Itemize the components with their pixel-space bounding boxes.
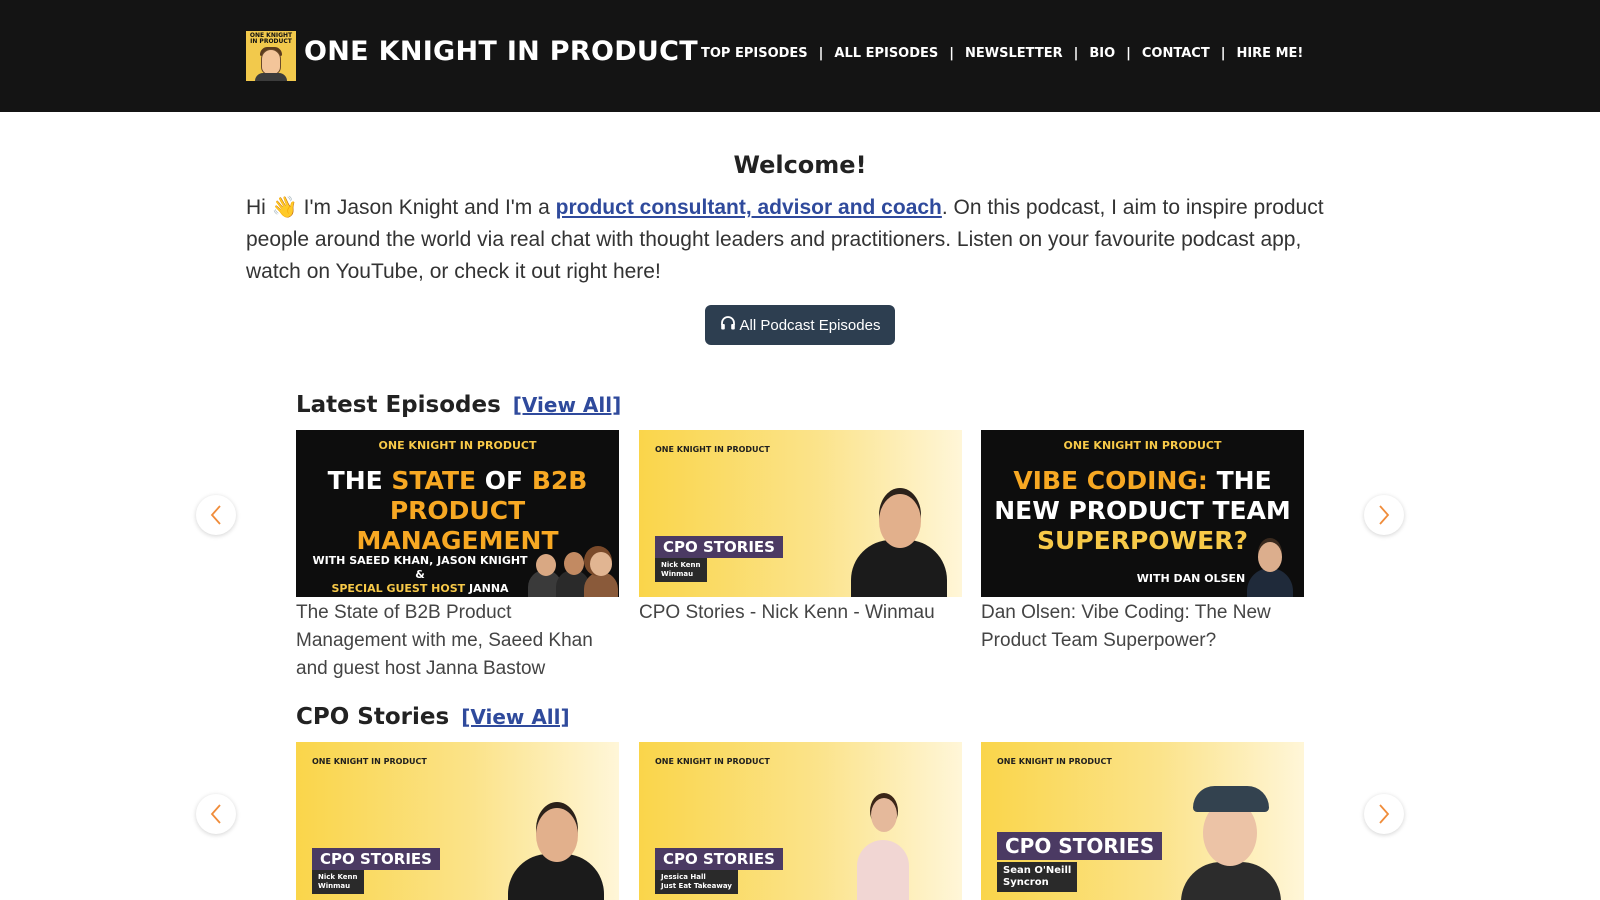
guest-portrait	[879, 494, 921, 548]
intro-text-mid: I'm Jason Knight and I'm a	[297, 196, 556, 219]
nav-bio[interactable]: BIO	[1089, 46, 1115, 61]
thumbnail-brand: ONE KNIGHT IN PRODUCT	[655, 757, 770, 766]
thumbnail-brand: ONE KNIGHT IN PRODUCT	[1063, 439, 1222, 452]
episode-title[interactable]: Dan Olsen: Vibe Coding: The New Product …	[981, 599, 1304, 655]
site-brand[interactable]: ONE KNIGHT IN PRODUCT	[304, 36, 698, 67]
headline-part: VIBE CODING:	[1013, 466, 1208, 495]
thumbnail-brand: ONE KNIGHT IN PRODUCT	[378, 439, 537, 452]
cpo-stories-tag: CPO STORIES	[655, 536, 783, 558]
cpo-next-arrow[interactable]	[1364, 794, 1404, 834]
latest-episodes-heading: Latest Episodes [View All]	[296, 392, 621, 418]
section-title: CPO Stories	[296, 704, 450, 730]
cpo-stories-tag: CPO STORIES	[997, 832, 1163, 860]
guest-portrait	[871, 798, 897, 832]
guest-portrait	[536, 808, 578, 862]
guest-portrait	[1181, 862, 1281, 900]
latest-view-all-link[interactable]: [View All]	[513, 393, 621, 417]
subtitle-line: WITH SAEED KHAN, JASON KNIGHT &	[312, 554, 528, 581]
welcome-title: Welcome!	[733, 151, 867, 179]
guest-portrait	[564, 552, 584, 575]
episode-title[interactable]: The State of B2B Product Management with…	[296, 599, 619, 683]
cpo-card[interactable]: ONE KNIGHT IN PRODUCT CPO STORIES Nick K…	[296, 742, 619, 900]
guest-name-tag: Nick Kenn Winmau	[312, 870, 364, 894]
cpo-card[interactable]: ONE KNIGHT IN PRODUCT CPO STORIES Sean O…	[981, 742, 1304, 900]
nav-all-episodes[interactable]: ALL EPISODES	[834, 46, 938, 61]
nav-separator: |	[1220, 46, 1226, 61]
thumbnail-subtitle: WITH SAEED KHAN, JASON KNIGHT & SPECIAL …	[310, 554, 530, 597]
thumbnail-brand: ONE KNIGHT IN PRODUCT	[655, 445, 770, 454]
main-nav: TOP EPISODES | ALL EPISODES | NEWSLETTER…	[701, 46, 1303, 61]
headline-part: OF	[476, 466, 532, 495]
guest-name-tag: Sean O'Neill Syncron	[997, 862, 1078, 892]
cpo-stories-heading: CPO Stories [View All]	[296, 704, 570, 730]
nav-separator: |	[1126, 46, 1131, 61]
guest-name-tag: Jessica Hall Just Eat Takeaway	[655, 870, 738, 894]
cpo-stories-tag: CPO STORIES	[655, 848, 783, 870]
chevron-left-icon	[210, 505, 221, 525]
thumbnail-brand: ONE KNIGHT IN PRODUCT	[997, 757, 1112, 766]
headline-part: NEW PRODUCT TEAM	[994, 496, 1291, 525]
episode-thumbnail[interactable]: ONE KNIGHT IN PRODUCT THE STATE OF B2B P…	[296, 430, 619, 597]
headline-part: THE	[1207, 466, 1272, 495]
intro-text-start: Hi	[246, 196, 272, 219]
episode-thumbnail[interactable]: ONE KNIGHT IN PRODUCT VIBE CODING: THE N…	[981, 430, 1304, 597]
nav-hire-me[interactable]: HIRE ME!	[1236, 46, 1303, 61]
headline-part: B2B	[531, 466, 588, 495]
episode-title[interactable]: CPO Stories - Nick Kenn - Winmau	[639, 599, 962, 627]
intro-text: Hi 👋 I'm Jason Knight and I'm a product …	[246, 191, 1356, 288]
episode-thumbnail[interactable]: ONE KNIGHT IN PRODUCT CPO STORIES Sean O…	[981, 742, 1304, 900]
cpo-card[interactable]: ONE KNIGHT IN PRODUCT CPO STORIES Jessic…	[639, 742, 962, 900]
guest-portrait	[1258, 542, 1282, 572]
logo-text: ONE KNIGHT IN PRODUCT	[249, 32, 293, 45]
section-title: Latest Episodes	[296, 392, 501, 418]
nav-separator: |	[1073, 46, 1079, 61]
nav-top-episodes[interactable]: TOP EPISODES	[701, 46, 808, 61]
thumbnail-headline: VIBE CODING: THE NEW PRODUCT TEAM SUPERP…	[981, 466, 1304, 556]
episode-card[interactable]: ONE KNIGHT IN PRODUCT VIBE CODING: THE N…	[981, 430, 1304, 655]
nav-newsletter[interactable]: NEWSLETTER	[965, 46, 1063, 61]
nav-contact[interactable]: CONTACT	[1142, 46, 1210, 61]
logo-face	[261, 49, 281, 75]
headphones-icon	[720, 315, 736, 335]
guest-portrait	[857, 840, 909, 900]
chevron-left-icon	[210, 804, 221, 824]
latest-prev-arrow[interactable]	[196, 495, 236, 535]
chevron-right-icon	[1379, 804, 1390, 824]
cta-label: All Podcast Episodes	[739, 316, 881, 334]
hat-shape	[1193, 786, 1269, 812]
episode-thumbnail[interactable]: ONE KNIGHT IN PRODUCT CPO STORIES Jessic…	[639, 742, 962, 900]
site-logo[interactable]: ONE KNIGHT IN PRODUCT	[246, 31, 296, 81]
headline-part: STATE	[391, 466, 477, 495]
subtitle-part: SPECIAL GUEST HOST	[331, 582, 466, 595]
thumbnail-subtitle: WITH DAN OLSEN	[1136, 572, 1246, 585]
guest-portrait	[1247, 568, 1293, 597]
episode-card[interactable]: ONE KNIGHT IN PRODUCT THE STATE OF B2B P…	[296, 430, 619, 683]
nav-separator: |	[818, 46, 824, 61]
cpo-view-all-link[interactable]: [View All]	[461, 705, 569, 729]
thumbnail-brand: ONE KNIGHT IN PRODUCT	[312, 757, 427, 766]
site-header: ONE KNIGHT IN PRODUCT ONE KNIGHT IN PROD…	[0, 0, 1600, 112]
headline-part: PRODUCT MANAGEMENT	[356, 496, 559, 555]
headline-part: THE	[327, 466, 392, 495]
cpo-prev-arrow[interactable]	[196, 794, 236, 834]
waving-hand-icon: 👋	[271, 195, 298, 219]
guest-portrait	[851, 540, 947, 597]
episode-thumbnail[interactable]: ONE KNIGHT IN PRODUCT CPO STORIES Nick K…	[296, 742, 619, 900]
consultant-link[interactable]: product consultant, advisor and coach	[556, 196, 942, 219]
thumbnail-headline: THE STATE OF B2B PRODUCT MANAGEMENT	[296, 466, 619, 556]
guest-portrait	[590, 552, 612, 576]
all-podcast-episodes-button[interactable]: All Podcast Episodes	[705, 305, 895, 345]
guest-name-tag: Nick Kenn Winmau	[655, 558, 707, 582]
logo-shirt	[255, 73, 287, 81]
cpo-stories-tag: CPO STORIES	[312, 848, 440, 870]
nav-separator: |	[949, 46, 955, 61]
guest-portrait	[536, 554, 556, 576]
latest-next-arrow[interactable]	[1364, 495, 1404, 535]
episode-card[interactable]: ONE KNIGHT IN PRODUCT CPO STORIES Nick K…	[639, 430, 962, 627]
headline-part: SUPERPOWER?	[1037, 526, 1248, 555]
episode-thumbnail[interactable]: ONE KNIGHT IN PRODUCT CPO STORIES Nick K…	[639, 430, 962, 597]
chevron-right-icon	[1379, 505, 1390, 525]
